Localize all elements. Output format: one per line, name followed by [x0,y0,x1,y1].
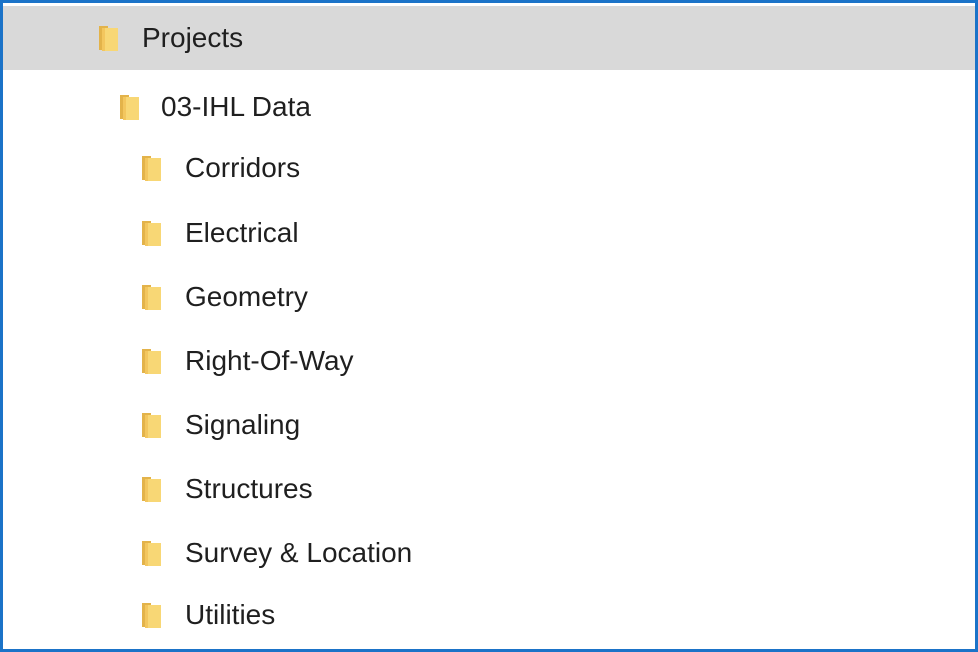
tree-item-label: Survey & Location [185,537,413,568]
tree-item-label: Utilities [185,599,276,630]
tree-item-projects[interactable]: Projects [3,6,975,70]
tree-item-survey-location[interactable]: Survey & Location [3,521,975,585]
tree-item-signaling[interactable]: Signaling [3,393,975,457]
tree-item-corridors[interactable]: Corridors [3,136,975,200]
tree-item-03-ihl-data[interactable]: 03-IHL Data [3,75,975,139]
folder-icon [139,154,163,182]
folder-icon [117,93,141,121]
folder-tree-panel: Projects 03-IHL Data Corridors Electrica… [0,0,978,652]
tree-item-label: Structures [185,473,313,504]
tree-item-label: Signaling [185,409,301,440]
folder-icon [139,283,163,311]
tree-item-label: Geometry [185,281,308,312]
folder-icon [139,539,163,567]
folder-icon [139,411,163,439]
folder-icon [139,475,163,503]
tree-item-electrical[interactable]: Electrical [3,201,975,265]
tree-item-structures[interactable]: Structures [3,457,975,521]
folder-icon [96,24,120,52]
tree-item-label: Electrical [185,217,299,248]
folder-icon [139,219,163,247]
tree-item-label: Right-Of-Way [185,345,354,376]
tree-item-label: 03-IHL Data [161,91,311,122]
folder-icon [139,601,163,629]
tree-item-geometry[interactable]: Geometry [3,265,975,329]
tree-item-label: Corridors [185,152,301,183]
tree-item-right-of-way[interactable]: Right-Of-Way [3,329,975,393]
tree-item-label: Projects [142,22,244,53]
folder-icon [139,347,163,375]
tree-item-utilities[interactable]: Utilities [3,583,975,647]
